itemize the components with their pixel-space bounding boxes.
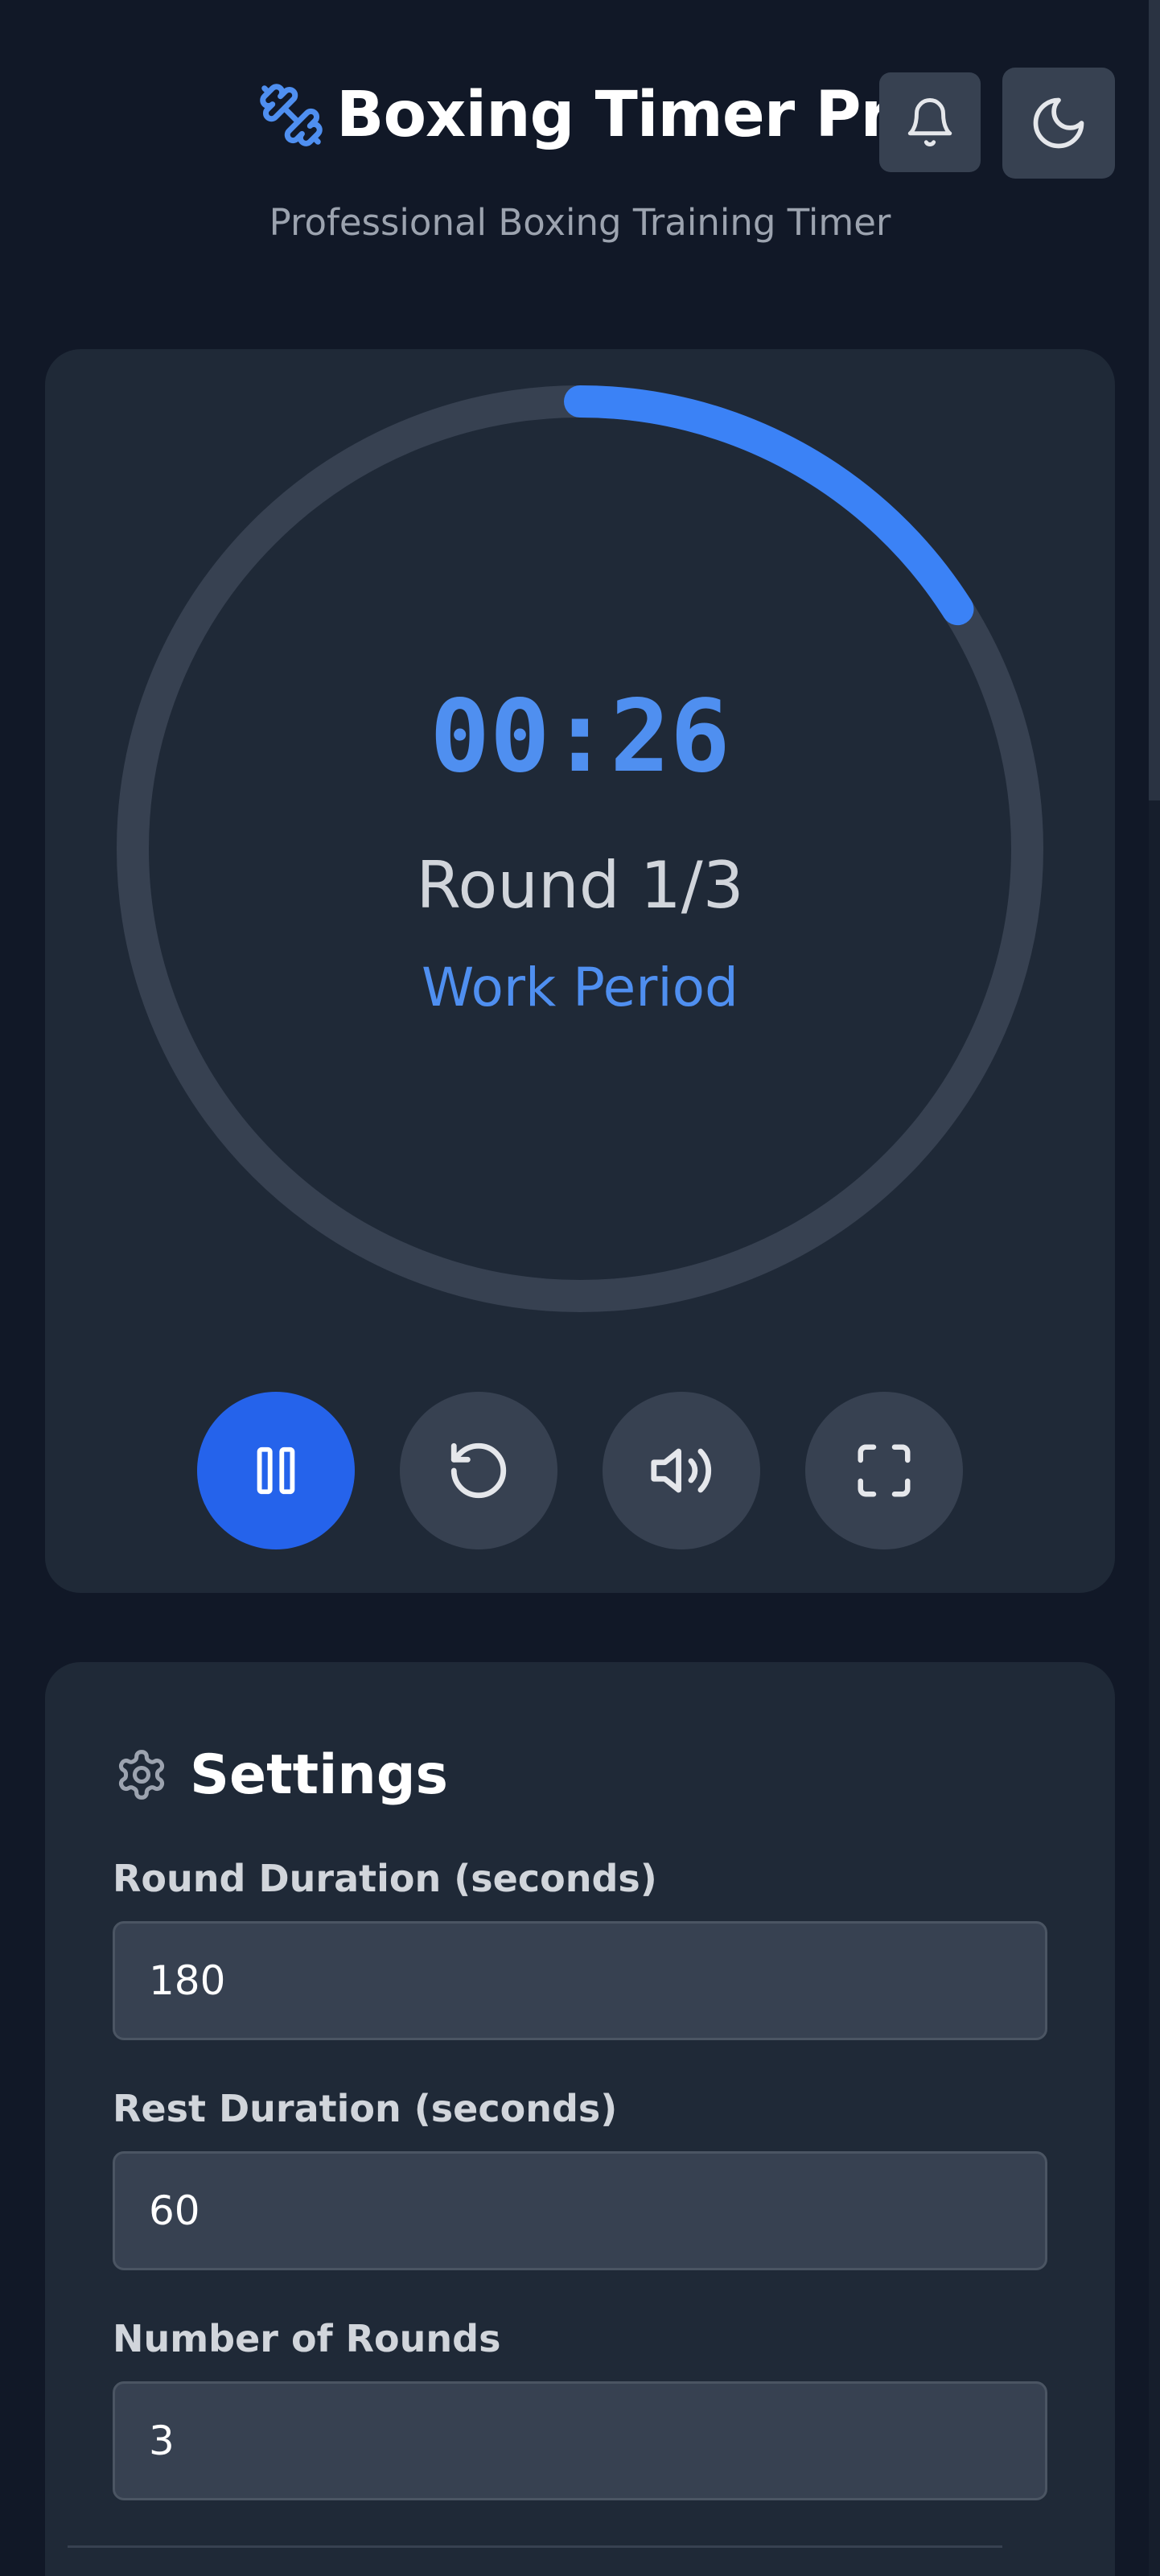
rest-duration-label: Rest Duration (seconds) (113, 2087, 618, 2130)
app-page: Boxing Timer Pro Professional Boxing Tra… (0, 0, 1160, 2576)
time-display: 00:26 (430, 679, 730, 795)
rounds-count-label: Number of Rounds (113, 2317, 501, 2360)
bell-icon (907, 98, 952, 146)
app-header: Boxing Timer Pro Professional Boxing Tra… (0, 0, 1160, 274)
timer-controls (45, 1392, 1115, 1549)
volume-icon (651, 1448, 712, 1493)
period-display: Work Period (422, 957, 738, 1018)
reset-icon (450, 1442, 507, 1499)
app-title: Boxing Timer Pro (257, 71, 901, 159)
dumbbell-icon (260, 84, 323, 146)
pause-button[interactable] (197, 1392, 355, 1549)
moon-icon (1033, 97, 1084, 149)
scrollbar-track[interactable] (1149, 0, 1160, 2576)
sound-toggle-button[interactable] (603, 1392, 760, 1549)
timer-card: 00:26 Round 1/3 Work Period (45, 349, 1115, 1593)
settings-card: Settings Round Duration (seconds) Rest D… (45, 1662, 1115, 2576)
settings-title: Settings (190, 1743, 448, 1807)
settings-header: Settings (114, 1734, 448, 1815)
notifications-button[interactable] (879, 72, 981, 172)
rest-duration-input[interactable] (113, 2151, 1047, 2270)
pause-icon (257, 1446, 295, 1495)
round-duration-label: Round Duration (seconds) (113, 1857, 657, 1900)
settings-divider (68, 2545, 1002, 2548)
rounds-count-input[interactable] (113, 2381, 1047, 2500)
round-display: Round 1/3 (416, 848, 744, 923)
reset-button[interactable] (400, 1392, 557, 1549)
theme-toggle-button[interactable] (1002, 68, 1115, 179)
fullscreen-icon (858, 1444, 911, 1497)
round-duration-input[interactable] (113, 1921, 1047, 2040)
gear-icon (118, 1750, 165, 1800)
app-title-text: Boxing Timer Pro (336, 79, 901, 151)
fullscreen-button[interactable] (805, 1392, 963, 1549)
app-subtitle: Professional Boxing Training Timer (269, 201, 891, 244)
